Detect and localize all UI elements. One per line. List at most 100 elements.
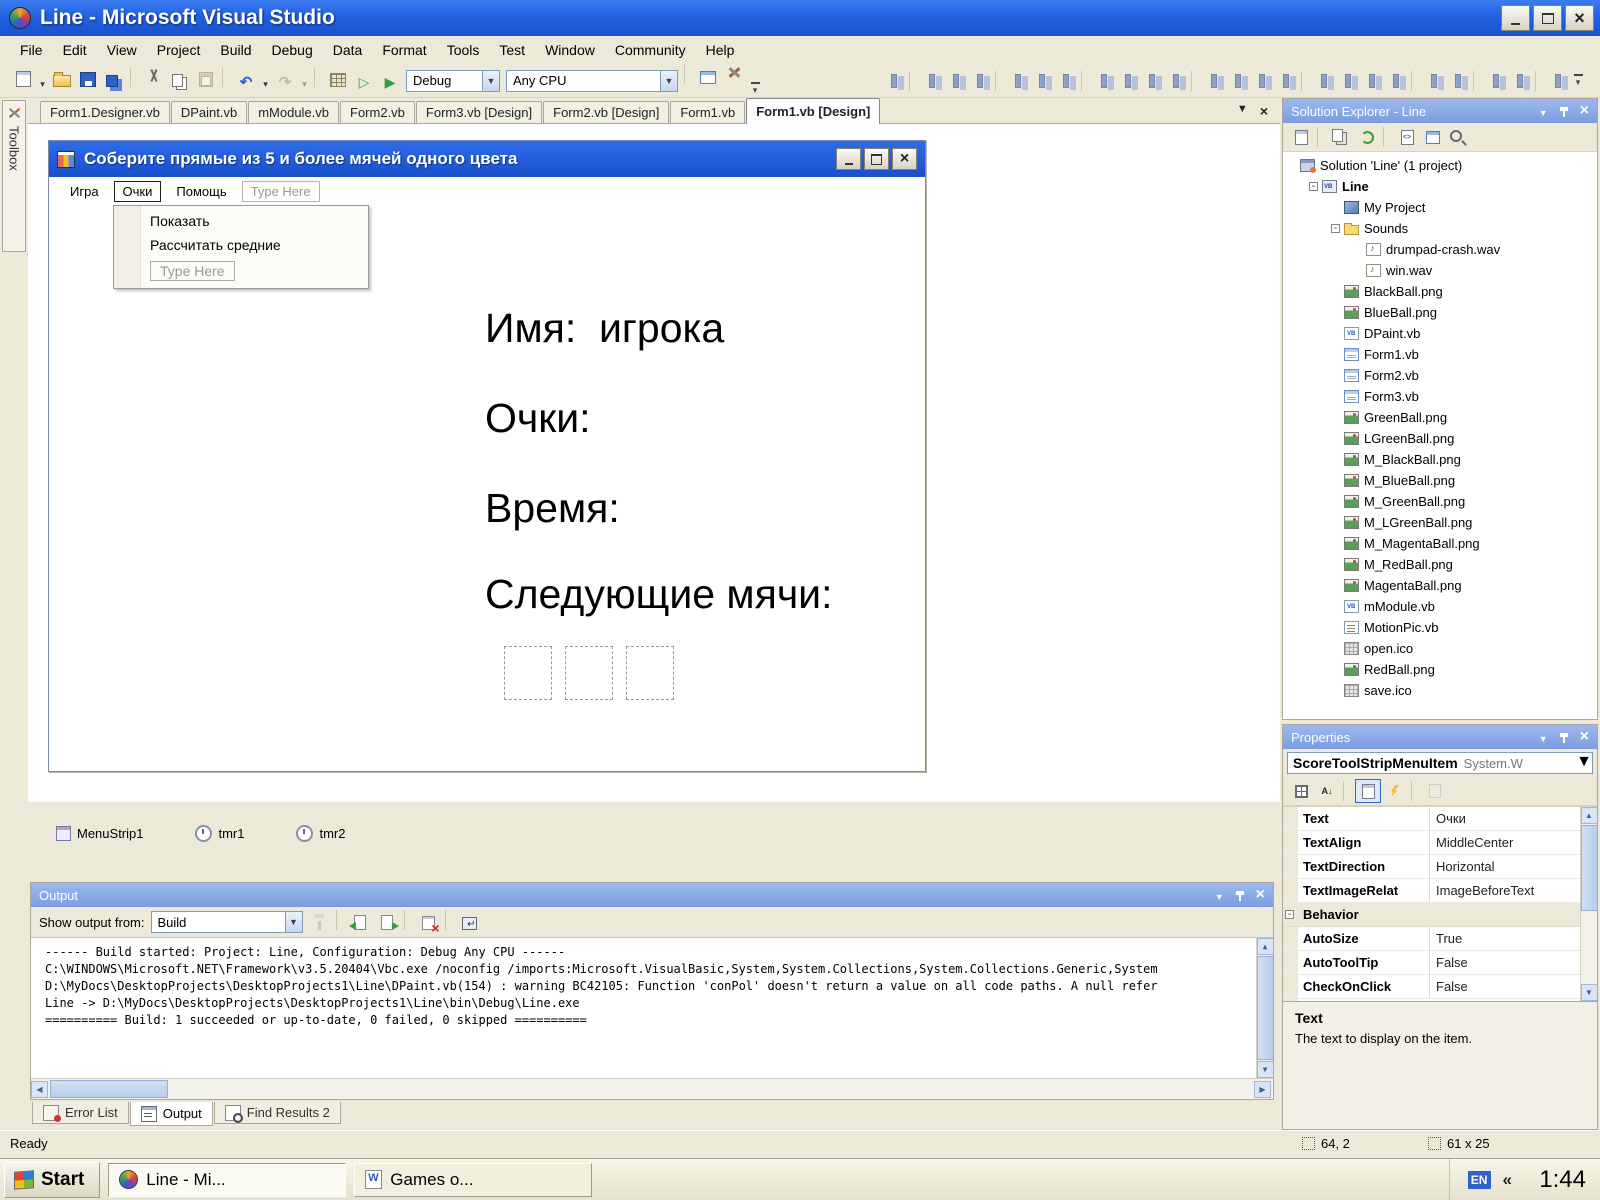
- layout-toolbar-icon[interactable]: [1337, 70, 1359, 91]
- layout-toolbar-icon[interactable]: [1117, 70, 1139, 91]
- layout-toolbar-icon[interactable]: [1547, 70, 1569, 91]
- menu-item[interactable]: Community: [605, 39, 696, 61]
- form-menu-item[interactable]: Type Here: [242, 181, 320, 202]
- solution-explorer-toolbar-icon[interactable]: [1447, 126, 1471, 148]
- document-tab[interactable]: Form1.Designer.vb: [40, 101, 170, 123]
- close-button[interactable]: [1565, 5, 1594, 31]
- designed-form[interactable]: Соберите прямые из 5 и более мячей одног…: [48, 140, 926, 772]
- form-minimize-button[interactable]: [836, 148, 861, 170]
- solution-explorer-toolbar-icon[interactable]: [1355, 126, 1379, 148]
- output-toolbar-icon[interactable]: [445, 910, 453, 930]
- layout-toolbar-icon[interactable]: [1535, 71, 1543, 91]
- scroll-up-icon[interactable]: ▲: [1257, 938, 1274, 955]
- properties-toolbar-icon[interactable]: [1423, 780, 1447, 802]
- form-dropdown-item[interactable]: Type Here: [114, 257, 368, 285]
- toolbar-icon[interactable]: [326, 69, 350, 91]
- toolbar-icon[interactable]: [696, 66, 720, 88]
- toolbar-icon[interactable]: [37, 74, 48, 96]
- toolbar-icon[interactable]: [194, 69, 218, 91]
- taskbar-button[interactable]: Line - Mi...: [108, 1163, 346, 1197]
- scroll-right-icon[interactable]: ▶: [1254, 1081, 1271, 1098]
- toolbar-icon[interactable]: [130, 67, 138, 87]
- tray-component[interactable]: tmr1: [195, 825, 244, 842]
- toolbar-icon[interactable]: [142, 65, 166, 87]
- output-horizontal-scrollbar[interactable]: ◀ ▶: [31, 1078, 1273, 1099]
- tray-component[interactable]: MenuStrip1: [56, 826, 143, 841]
- layout-toolbar-icon[interactable]: [1191, 71, 1199, 91]
- form-maximize-button[interactable]: [864, 148, 889, 170]
- output-toolbar-icon[interactable]: [348, 911, 373, 933]
- toolbar-icon[interactable]: [722, 62, 746, 84]
- toolbar-icon[interactable]: [273, 71, 297, 93]
- properties-toolbar-icon[interactable]: [1411, 781, 1419, 801]
- layout-toolbar-icon[interactable]: [1313, 70, 1335, 91]
- tray-expand-chevron[interactable]: «: [1503, 1170, 1512, 1190]
- layout-toolbar-icon[interactable]: [1165, 70, 1187, 91]
- cpu-combo[interactable]: Any CPU ▼: [506, 70, 678, 92]
- layout-toolbar-icon[interactable]: [1411, 71, 1419, 91]
- output-toolbar-icon[interactable]: [404, 910, 412, 930]
- tree-item[interactable]: mModule.vb: [1283, 596, 1597, 617]
- tree-item[interactable]: M_BlackBall.png: [1283, 449, 1597, 470]
- property-value[interactable]: False: [1429, 975, 1580, 998]
- tree-item[interactable]: BlueBall.png: [1283, 302, 1597, 323]
- document-tab[interactable]: Form1.vb: [670, 101, 745, 123]
- tree-item[interactable]: DPaint.vb: [1283, 323, 1597, 344]
- category-expander-icon[interactable]: -: [1285, 910, 1294, 919]
- tree-item[interactable]: win.wav: [1283, 260, 1597, 281]
- layout-toolbar-icon[interactable]: [921, 70, 943, 91]
- layout-toolbar-icon[interactable]: [1361, 70, 1383, 91]
- layout-toolbar-icon[interactable]: [1031, 70, 1053, 91]
- property-row[interactable]: TextAlign MiddleCenter: [1283, 831, 1580, 855]
- toolbox-tab[interactable]: Toolbox: [2, 100, 26, 252]
- property-value[interactable]: False: [1429, 951, 1580, 974]
- toolbar-icon[interactable]: [260, 74, 271, 96]
- combo-dropdown-icon[interactable]: ▼: [285, 912, 302, 932]
- tree-item[interactable]: MotionPic.vb: [1283, 617, 1597, 638]
- menu-item[interactable]: View: [97, 39, 147, 61]
- window-position-dropdown-icon[interactable]: [1215, 888, 1224, 903]
- menu-item[interactable]: Test: [489, 39, 535, 61]
- tool-window-tab[interactable]: Output: [130, 1102, 213, 1126]
- form-close-button[interactable]: [892, 148, 917, 170]
- close-document-icon[interactable]: ×: [1260, 103, 1268, 119]
- layout-toolbar-icon[interactable]: [909, 71, 917, 91]
- properties-toolbar-icon[interactable]: [1315, 780, 1339, 802]
- minimize-button[interactable]: [1501, 5, 1530, 31]
- solution-explorer-toolbar-icon[interactable]: [1329, 126, 1353, 148]
- menu-item[interactable]: Data: [323, 39, 373, 61]
- combo-dropdown-icon[interactable]: ▼: [660, 71, 677, 91]
- layout-toolbar-icon[interactable]: [1301, 71, 1309, 91]
- layout-toolbar-icon[interactable]: [1275, 70, 1297, 91]
- menu-item[interactable]: Help: [696, 39, 745, 61]
- tree-item[interactable]: M_LGreenBall.png: [1283, 512, 1597, 533]
- debug-configuration-combo[interactable]: Debug ▼: [406, 70, 500, 92]
- layout-toolbar-icon[interactable]: [1473, 71, 1481, 91]
- tree-item[interactable]: Form1.vb: [1283, 344, 1597, 365]
- menu-item[interactable]: Format: [372, 39, 436, 61]
- toolbar-icon[interactable]: [314, 67, 322, 87]
- tree-item[interactable]: - Sounds: [1283, 218, 1597, 239]
- close-panel-icon[interactable]: [1580, 729, 1589, 745]
- menu-item[interactable]: Tools: [437, 39, 490, 61]
- layout-toolbar-icon[interactable]: [1227, 70, 1249, 91]
- layout-toolbar-icon[interactable]: [1251, 70, 1273, 91]
- form-menu-item[interactable]: Игра: [61, 181, 108, 202]
- form-menu-item[interactable]: Помощь: [167, 181, 235, 202]
- scrollbar-thumb[interactable]: [50, 1080, 168, 1098]
- form-dropdown-item[interactable]: Показать: [114, 209, 368, 233]
- menu-item[interactable]: Project: [147, 39, 211, 61]
- window-position-dropdown-icon[interactable]: [1539, 104, 1548, 119]
- layout-toolbar-icon[interactable]: [1203, 70, 1225, 91]
- layout-toolbar-icon[interactable]: [945, 70, 967, 91]
- tree-item[interactable]: M_MagentaBall.png: [1283, 533, 1597, 554]
- tree-item[interactable]: Form2.vb: [1283, 365, 1597, 386]
- tree-expander-icon[interactable]: -: [1331, 224, 1340, 233]
- layout-toolbar-icon[interactable]: [1007, 70, 1029, 91]
- layout-toolbar-icon[interactable]: [1141, 70, 1163, 91]
- property-row[interactable]: - Behavior: [1283, 903, 1580, 927]
- property-value[interactable]: Horizontal: [1429, 855, 1580, 878]
- property-row[interactable]: CheckOnClick False: [1283, 975, 1580, 999]
- layout-toolbar-icon[interactable]: [1509, 70, 1531, 91]
- toolbar-icon[interactable]: [102, 72, 126, 94]
